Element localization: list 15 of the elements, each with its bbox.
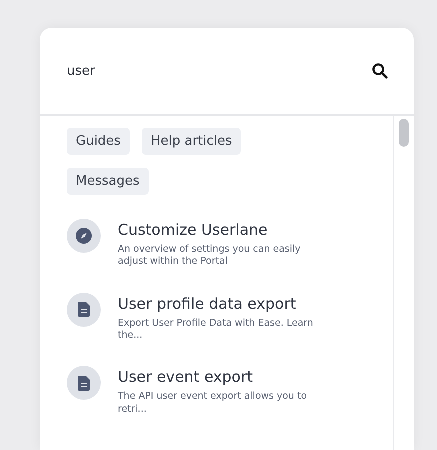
result-description: The API user event export allows you to retri... <box>118 391 308 416</box>
document-icon <box>78 376 90 391</box>
search-field[interactable]: user <box>67 64 364 78</box>
filter-chip[interactable]: Guides <box>67 128 130 155</box>
document-icon <box>78 302 90 318</box>
search-icon[interactable] <box>372 63 388 79</box>
scrollbar-thumb[interactable] <box>399 119 409 147</box>
result-title[interactable]: Customize Userlane <box>118 221 328 239</box>
compass-icon <box>76 228 92 244</box>
filter-chip[interactable]: Help articles <box>142 128 242 155</box>
result-description: Export User Profile Data with Ease. Learn the... <box>118 318 314 342</box>
result-title[interactable]: User event export <box>118 368 328 386</box>
result-title[interactable]: User profile data export <box>118 294 328 313</box>
filter-chip[interactable]: Messages <box>67 168 149 195</box>
result-description: An overview of settings you can easily adjust within the Portal <box>118 244 302 269</box>
